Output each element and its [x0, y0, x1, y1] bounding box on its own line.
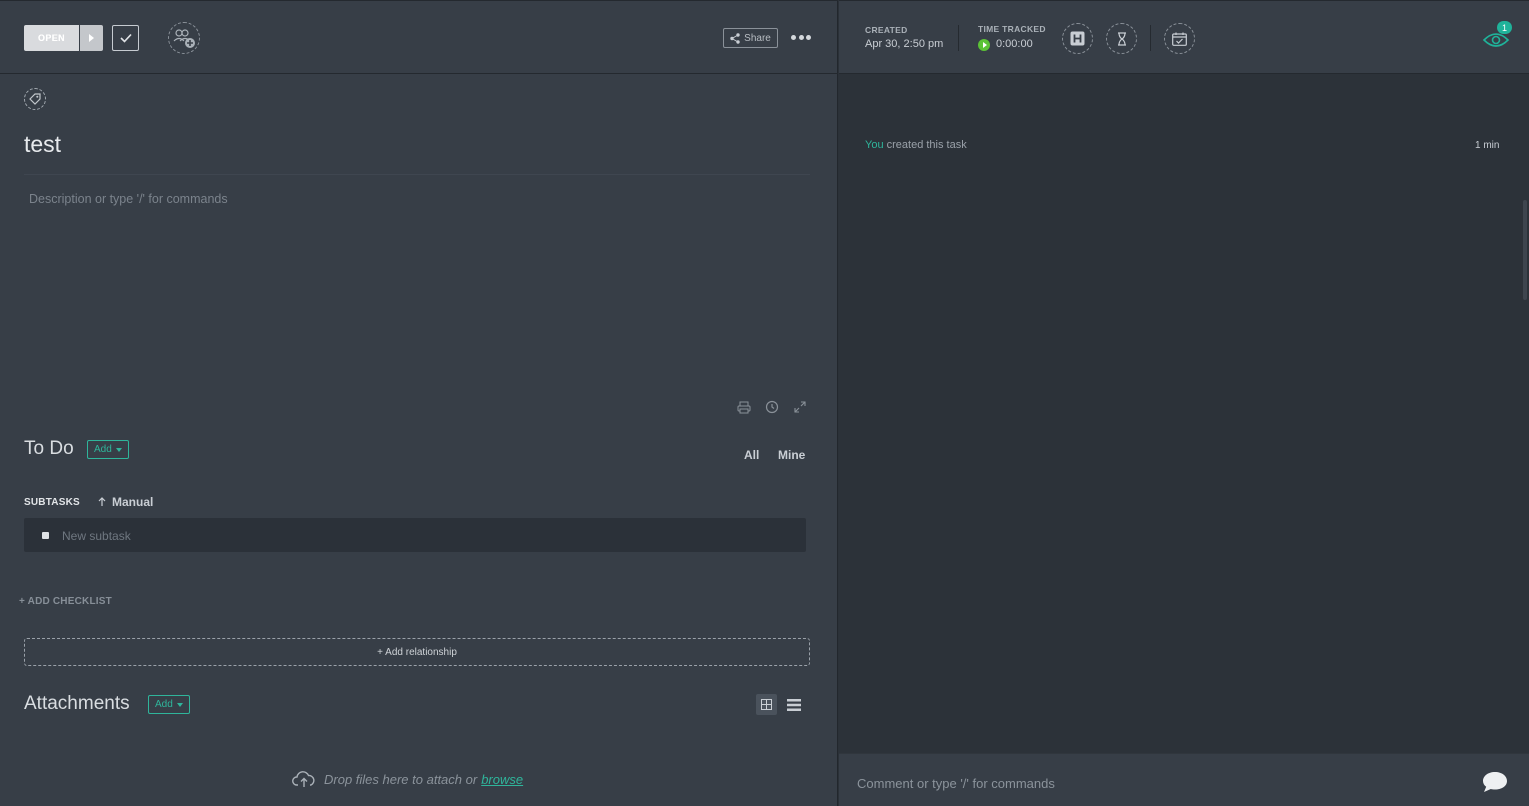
subtasks-label: SUBTASKS [24, 497, 80, 508]
attachments-add-button[interactable]: Add [148, 695, 190, 714]
next-status-button[interactable] [80, 25, 103, 51]
hours-estimate-button[interactable] [1062, 23, 1093, 54]
description-editor[interactable]: Description or type '/' for commands [29, 192, 228, 206]
due-date-button[interactable] [1164, 23, 1195, 54]
new-subtask-row: New subtask [24, 518, 806, 552]
activity-scrollbar[interactable] [1523, 200, 1527, 300]
task-meta-bar: CREATED Apr 30, 2:50 pm TIME TRACKED 0:0… [839, 0, 1529, 74]
grid-view-button[interactable] [756, 694, 777, 715]
play-icon [982, 42, 987, 48]
calendar-check-icon [1172, 32, 1187, 46]
add-checklist-button[interactable]: + ADD CHECKLIST [19, 596, 112, 607]
cloud-upload-icon [292, 771, 315, 787]
editor-tools [736, 399, 808, 415]
share-button[interactable]: Share [723, 28, 778, 48]
browse-link[interactable]: browse [481, 772, 523, 787]
checkmark-icon [119, 33, 132, 43]
print-button[interactable] [736, 399, 752, 415]
meta-divider [958, 25, 959, 51]
arrow-up-icon [98, 497, 106, 506]
task-toolbar: OPEN Share [0, 0, 838, 74]
assign-users-button[interactable] [168, 22, 200, 54]
status-button[interactable]: OPEN [24, 25, 79, 51]
comment-input[interactable]: Comment or type '/' for commands [857, 776, 1055, 791]
time-tracked-value: 0:00:00 [996, 38, 1033, 50]
list-view-button[interactable] [783, 694, 804, 715]
todo-title: To Do [24, 438, 74, 459]
time-tracked-label: TIME TRACKED [978, 24, 1046, 34]
caret-down-icon [115, 447, 122, 452]
chat-bubble-icon [1483, 772, 1507, 792]
caret-down-icon [176, 702, 183, 707]
history-button[interactable] [764, 399, 780, 415]
status-control: OPEN [24, 25, 103, 51]
tag-icon [29, 93, 41, 105]
sort-manual-button[interactable]: Manual [98, 495, 153, 509]
dropzone-text: Drop files here to attach or [324, 771, 478, 787]
created-value: Apr 30, 2:50 pm [865, 38, 944, 50]
add-relationship-button[interactable]: + Add relationship [24, 638, 810, 666]
send-comment-button[interactable] [1481, 770, 1509, 796]
meta-divider [1150, 25, 1151, 51]
expand-button[interactable] [792, 399, 808, 415]
history-icon [765, 400, 779, 414]
task-detail-panel: OPEN Share test Description or type '/' … [0, 0, 838, 806]
activity-actor[interactable]: You [865, 139, 884, 151]
attachments-add-label: Add [155, 699, 173, 710]
dot-icon [791, 34, 796, 40]
activity-action: created this task [886, 139, 967, 151]
new-subtask-input[interactable]: New subtask [62, 529, 131, 543]
title-divider [24, 174, 810, 175]
activity-item: You created this task [865, 139, 967, 151]
dot-icon [798, 34, 804, 40]
status-label: OPEN [37, 33, 66, 43]
start-timer-button[interactable] [978, 39, 990, 51]
filter-all[interactable]: All [744, 448, 759, 462]
print-icon [737, 401, 751, 413]
expand-icon [794, 401, 806, 413]
watchers-count-badge: 1 [1497, 21, 1512, 34]
todo-add-label: Add [94, 444, 112, 455]
dot-icon [806, 34, 811, 40]
hourglass-icon [1117, 31, 1126, 46]
attachment-dropzone[interactable]: Drop files here to attach or browse [292, 770, 523, 788]
share-icon [730, 32, 740, 44]
add-tag-button[interactable] [24, 88, 46, 110]
sort-label: Manual [112, 495, 154, 509]
more-options-button[interactable] [791, 30, 811, 44]
filter-mine[interactable]: Mine [778, 448, 805, 462]
share-label: Share [744, 32, 771, 44]
caret-right-icon [89, 34, 94, 42]
subtask-status-icon [42, 532, 49, 539]
grid-view-icon [761, 699, 772, 710]
activity-panel: CREATED Apr 30, 2:50 pm TIME TRACKED 0:0… [839, 0, 1529, 806]
comment-bar: Comment or type '/' for commands [839, 753, 1529, 806]
activity-time: 1 min [1475, 140, 1500, 151]
users-add-icon [173, 29, 195, 48]
hours-icon [1070, 31, 1085, 46]
todo-add-button[interactable]: Add [87, 440, 129, 459]
time-estimate-button[interactable] [1106, 23, 1137, 54]
task-title[interactable]: test [24, 131, 61, 158]
attachments-title: Attachments [24, 693, 130, 714]
complete-task-button[interactable] [112, 25, 139, 51]
list-view-icon [786, 698, 801, 711]
created-label: CREATED [865, 25, 908, 35]
